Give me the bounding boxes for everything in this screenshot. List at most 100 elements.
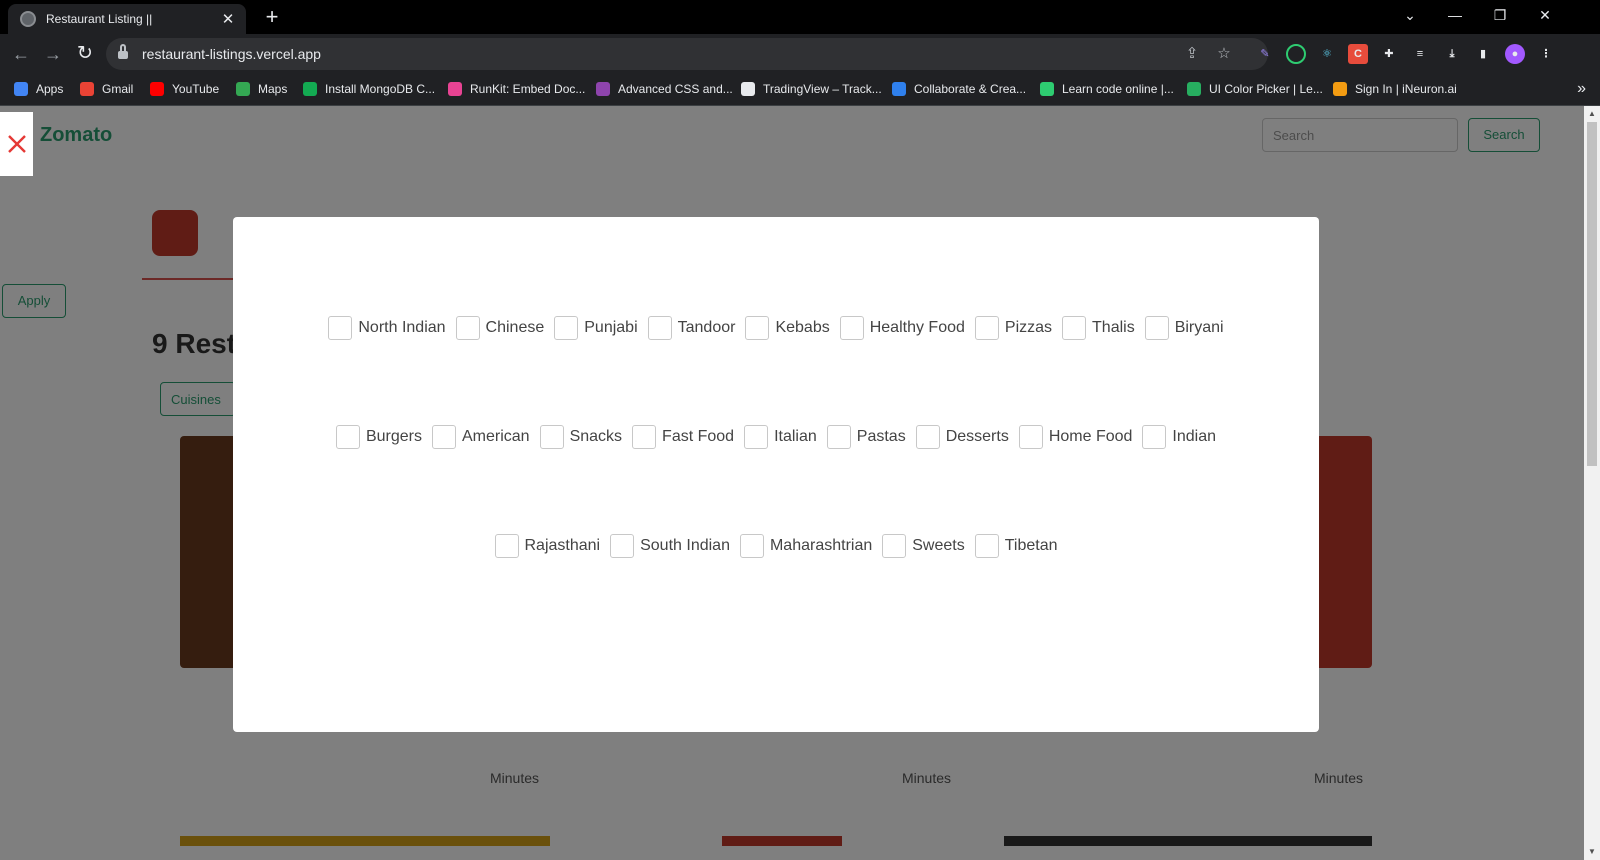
code-extension-icon[interactable]: C [1348, 44, 1368, 64]
bookmark-item[interactable]: Collaborate & Crea... [892, 82, 1026, 96]
side-panel-icon[interactable]: ▮ [1473, 44, 1493, 64]
checkbox[interactable] [494, 534, 519, 558]
cuisine-row: North Indian Chinese Punjabi Tandoor Keb… [233, 316, 1319, 340]
reload-icon[interactable]: ↻ [72, 42, 98, 66]
cuisine-row: Rajasthani South Indian Maharashtrian Sw… [233, 534, 1319, 558]
cuisine-option[interactable]: Biryani [1144, 316, 1224, 340]
cuisine-option[interactable]: Maharashtrian [739, 534, 872, 558]
cuisine-option[interactable]: North Indian [328, 316, 446, 340]
ineuron-icon [1333, 82, 1347, 96]
menu-icon[interactable]: ⋮ [1536, 44, 1556, 64]
cuisine-option[interactable]: South Indian [610, 534, 730, 558]
globe-icon [20, 11, 36, 27]
youtube-icon [150, 82, 164, 96]
browser-tab[interactable]: Restaurant Listing || ✕ [8, 4, 246, 34]
puzzle-icon[interactable]: ✚ [1379, 44, 1399, 64]
close-modal-button[interactable] [0, 112, 33, 176]
checkbox[interactable] [432, 425, 456, 449]
checkbox[interactable] [610, 534, 635, 558]
download-icon[interactable]: ⤓ [1442, 44, 1462, 64]
share-icon[interactable]: ⇪ [1182, 44, 1202, 64]
bookmark-item[interactable]: Learn code online |... [1040, 82, 1174, 96]
canva-icon [892, 82, 906, 96]
checkbox[interactable] [632, 425, 657, 449]
cuisine-option[interactable]: Kebabs [745, 316, 830, 340]
minimize-icon[interactable]: — [1440, 4, 1470, 26]
bookmark-item[interactable]: RunKit: Embed Doc... [448, 82, 585, 96]
scroll-up-icon[interactable]: ▲ [1584, 106, 1600, 122]
bookmark-item[interactable]: TradingView – Track... [741, 82, 882, 96]
window-close-icon[interactable]: ✕ [1530, 4, 1560, 26]
checkbox[interactable] [974, 534, 999, 558]
pen-extension-icon[interactable]: ✎ [1255, 44, 1275, 64]
apps-grid-icon [14, 82, 28, 96]
target-extension-icon[interactable] [1286, 44, 1306, 64]
cuisine-option[interactable]: Tandoor [647, 316, 735, 340]
checkbox[interactable] [1062, 316, 1087, 340]
cuisine-option[interactable]: Sweets [882, 534, 965, 558]
checkbox[interactable] [335, 425, 360, 449]
tradingview-icon [741, 82, 755, 96]
checkbox[interactable] [1142, 425, 1167, 449]
bookmark-item[interactable]: Gmail [80, 82, 133, 96]
cuisine-option[interactable]: Chinese [455, 316, 544, 340]
bookmark-item[interactable]: Advanced CSS and... [596, 82, 733, 96]
bookmark-item[interactable]: UI Color Picker | Le... [1187, 82, 1323, 96]
cuisine-option[interactable]: Tibetan [974, 534, 1058, 558]
cuisine-option[interactable]: Healthy Food [839, 316, 965, 340]
scroll-thumb[interactable] [1587, 122, 1597, 466]
checkbox[interactable] [744, 425, 769, 449]
tab-search-icon[interactable]: ⌄ [1395, 4, 1425, 26]
checkbox[interactable] [554, 316, 579, 340]
forward-icon[interactable]: → [40, 42, 66, 66]
restore-icon[interactable]: ❐ [1485, 4, 1515, 26]
checkbox[interactable] [739, 534, 764, 558]
new-tab-button[interactable]: + [260, 5, 284, 29]
checkbox[interactable] [915, 425, 940, 449]
cuisine-option[interactable]: Burgers [335, 425, 422, 449]
cuisine-option[interactable]: Desserts [915, 425, 1009, 449]
reading-list-icon[interactable]: ≡ [1410, 44, 1430, 64]
cuisine-option[interactable]: Home Food [1018, 425, 1132, 449]
bookmark-star-icon[interactable]: ☆ [1214, 44, 1234, 64]
more-bookmarks-icon[interactable]: » [1577, 80, 1586, 98]
react-extension-icon[interactable]: ⚛ [1317, 44, 1337, 64]
bookmark-item[interactable]: Apps [14, 82, 63, 96]
checkbox[interactable] [974, 316, 999, 340]
close-tab-icon[interactable]: ✕ [220, 10, 236, 28]
bookmark-item[interactable]: Sign In | iNeuron.ai [1333, 82, 1457, 96]
cuisine-option[interactable]: Indian [1142, 425, 1216, 449]
checkbox[interactable] [826, 425, 851, 449]
profile-avatar[interactable]: ● [1505, 44, 1525, 64]
checkbox[interactable] [647, 316, 672, 340]
checkbox[interactable] [882, 534, 907, 558]
gmail-icon [80, 82, 94, 96]
browser-toolbar: ← → ↻ restaurant-listings.vercel.app ⇪ ☆… [0, 34, 1600, 74]
tab-strip: Restaurant Listing || ✕ + ⌄ — ❐ ✕ [0, 0, 1600, 34]
back-icon[interactable]: ← [8, 42, 34, 66]
url-text[interactable]: restaurant-listings.vercel.app [142, 46, 321, 62]
address-bar[interactable]: restaurant-listings.vercel.app ⇪ ☆ [106, 38, 1268, 70]
checkbox[interactable] [455, 316, 480, 340]
cuisine-option[interactable]: Pastas [826, 425, 906, 449]
checkbox[interactable] [1018, 425, 1043, 449]
checkbox[interactable] [539, 425, 564, 449]
cuisine-option[interactable]: Pizzas [974, 316, 1052, 340]
cuisine-option[interactable]: Snacks [539, 425, 622, 449]
cuisine-option[interactable]: Punjabi [554, 316, 638, 340]
checkbox[interactable] [328, 316, 353, 340]
checkbox[interactable] [839, 316, 864, 340]
cuisine-row: Burgers American Snacks Fast Food Italia… [233, 425, 1319, 449]
page-scrollbar[interactable]: ▲ ▼ [1584, 106, 1600, 860]
cuisine-option[interactable]: Fast Food [632, 425, 734, 449]
cuisine-option[interactable]: Italian [744, 425, 817, 449]
cuisine-option[interactable]: Thalis [1062, 316, 1135, 340]
bookmark-item[interactable]: Install MongoDB C... [303, 82, 435, 96]
scroll-down-icon[interactable]: ▼ [1584, 844, 1600, 860]
checkbox[interactable] [1144, 316, 1169, 340]
checkbox[interactable] [745, 316, 770, 340]
cuisine-option[interactable]: American [432, 425, 530, 449]
bookmark-item[interactable]: YouTube [150, 82, 219, 96]
bookmark-item[interactable]: Maps [236, 82, 287, 96]
cuisine-option[interactable]: Rajasthani [494, 534, 600, 558]
